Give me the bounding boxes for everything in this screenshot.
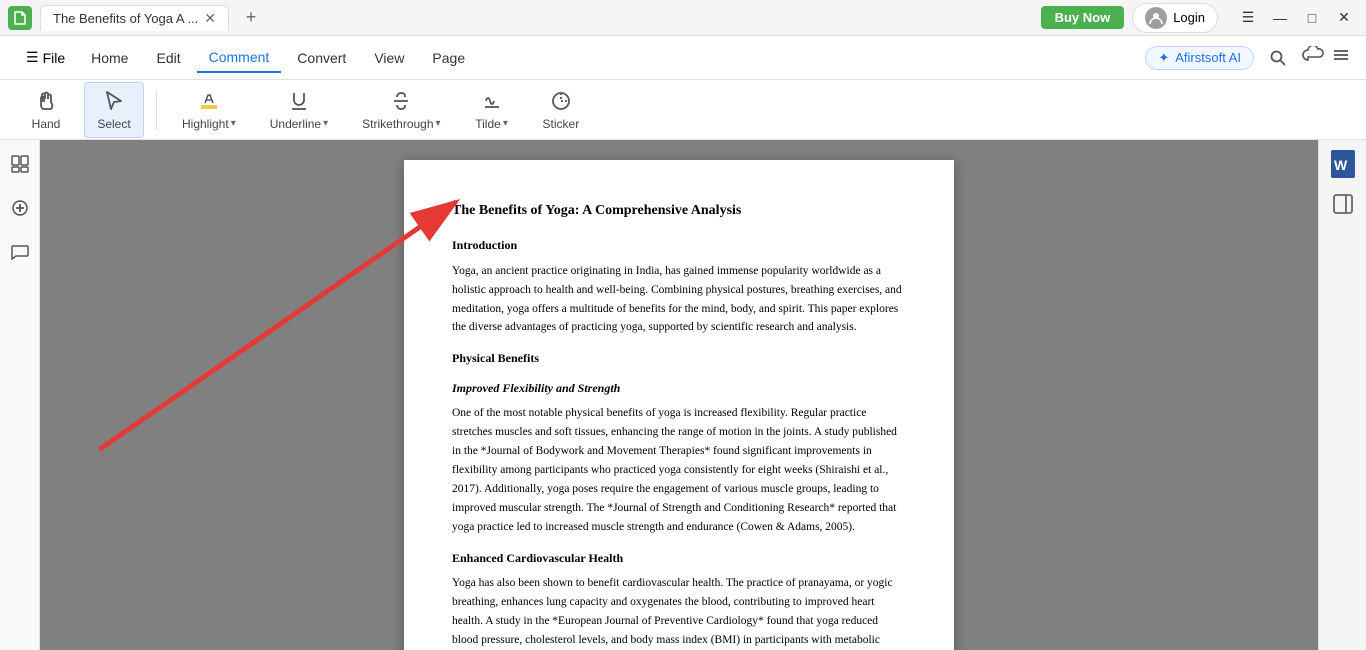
sticker-label: Sticker bbox=[543, 117, 580, 131]
pdf-cardio-para: Yoga has also been shown to benefit card… bbox=[452, 574, 906, 650]
new-tab-button[interactable]: + bbox=[237, 4, 265, 32]
underline-icon bbox=[287, 89, 311, 113]
cloud-icon[interactable] bbox=[1302, 46, 1324, 69]
left-sidebar bbox=[0, 140, 40, 650]
highlight-icon bbox=[197, 89, 221, 113]
strikethrough-label: Strikethrough bbox=[362, 117, 433, 131]
edit-menu-item[interactable]: Edit bbox=[144, 44, 192, 72]
view-menu-item[interactable]: View bbox=[362, 44, 416, 72]
tilde-icon bbox=[480, 89, 504, 113]
strikethrough-icon bbox=[389, 89, 413, 113]
file-menu[interactable]: ☰ File bbox=[16, 45, 75, 70]
pdf-physical-heading: Physical Benefits bbox=[452, 349, 906, 368]
hamburger-icon[interactable]: ☰ bbox=[1234, 4, 1262, 32]
tilde-tool-button[interactable]: Tilde ▾ bbox=[462, 82, 522, 138]
menu-bar: ☰ File Home Edit Comment Convert View Pa… bbox=[0, 36, 1366, 80]
close-button[interactable]: ✕ bbox=[1330, 4, 1358, 32]
pdf-viewer: The Benefits of Yoga: A Comprehensive An… bbox=[40, 140, 1318, 650]
underline-dropdown[interactable]: ▾ bbox=[323, 118, 328, 129]
sticker-tool-button[interactable]: Sticker bbox=[530, 82, 593, 138]
tilde-dropdown[interactable]: ▾ bbox=[503, 118, 508, 129]
highlight-tool-button[interactable]: Highlight ▾ bbox=[169, 82, 249, 138]
word-export-icon[interactable]: W bbox=[1327, 148, 1359, 180]
minimize-button[interactable]: — bbox=[1266, 4, 1294, 32]
highlight-dropdown[interactable]: ▾ bbox=[231, 118, 236, 129]
ai-label: Afirstsoft AI bbox=[1175, 50, 1241, 65]
maximize-button[interactable]: □ bbox=[1298, 4, 1326, 32]
pdf-title: The Benefits of Yoga: A Comprehensive An… bbox=[452, 200, 906, 222]
settings-icon[interactable] bbox=[1332, 46, 1350, 69]
main-layout: The Benefits of Yoga: A Comprehensive An… bbox=[0, 140, 1366, 650]
avatar bbox=[1145, 7, 1167, 29]
convert-menu-item[interactable]: Convert bbox=[285, 44, 358, 72]
title-bar-right: Buy Now Login ☰ — □ ✕ bbox=[1041, 3, 1358, 33]
sidebar-thumbnail-icon[interactable] bbox=[4, 148, 36, 180]
sticker-icon bbox=[549, 89, 573, 113]
buy-now-button[interactable]: Buy Now bbox=[1041, 6, 1125, 29]
pdf-flex-para: One of the most notable physical benefit… bbox=[452, 404, 906, 537]
hamburger-menu-icon: ☰ bbox=[26, 49, 39, 66]
home-menu-item[interactable]: Home bbox=[79, 44, 140, 72]
pdf-intro-heading: Introduction bbox=[452, 236, 906, 255]
login-button[interactable]: Login bbox=[1132, 3, 1218, 33]
app-icon bbox=[8, 6, 32, 30]
pdf-intro-para: Yoga, an ancient practice originating in… bbox=[452, 262, 906, 338]
side-panel-collapse-icon[interactable] bbox=[1327, 188, 1359, 220]
window-controls: ☰ — □ ✕ bbox=[1234, 4, 1358, 32]
hand-label: Hand bbox=[32, 117, 61, 131]
toolbar-separator-1 bbox=[156, 90, 157, 130]
login-label: Login bbox=[1173, 10, 1205, 25]
underline-tool-button[interactable]: Underline ▾ bbox=[257, 82, 341, 138]
title-bar-left: The Benefits of Yoga A ... ✕ + bbox=[8, 4, 1041, 32]
pdf-flex-heading: Improved Flexibility and Strength bbox=[452, 379, 906, 398]
select-icon bbox=[102, 89, 126, 113]
tab-title: The Benefits of Yoga A ... bbox=[53, 11, 198, 26]
ai-badge[interactable]: ✦ Afirstsoft AI bbox=[1145, 46, 1254, 70]
highlight-label: Highlight bbox=[182, 117, 229, 131]
pdf-page: The Benefits of Yoga: A Comprehensive An… bbox=[404, 160, 954, 650]
svg-text:W: W bbox=[1334, 157, 1348, 173]
underline-label: Underline bbox=[270, 117, 321, 131]
search-button[interactable] bbox=[1262, 42, 1294, 74]
pdf-cardio-heading: Enhanced Cardiovascular Health bbox=[452, 549, 906, 568]
hand-icon bbox=[34, 89, 58, 113]
title-bar: The Benefits of Yoga A ... ✕ + Buy Now L… bbox=[0, 0, 1366, 36]
select-label: Select bbox=[97, 117, 130, 131]
comment-menu-item[interactable]: Comment bbox=[197, 43, 282, 73]
file-label: File bbox=[43, 50, 66, 66]
sidebar-add-icon[interactable] bbox=[4, 192, 36, 224]
ai-star-icon: ✦ bbox=[1158, 50, 1169, 66]
page-menu-item[interactable]: Page bbox=[420, 44, 477, 72]
strikethrough-tool-button[interactable]: Strikethrough ▾ bbox=[349, 82, 453, 138]
tilde-label: Tilde bbox=[475, 117, 501, 131]
strikethrough-dropdown[interactable]: ▾ bbox=[436, 118, 441, 129]
select-tool-button[interactable]: Select bbox=[84, 82, 144, 138]
sidebar-comment-icon[interactable] bbox=[4, 236, 36, 268]
active-tab[interactable]: The Benefits of Yoga A ... ✕ bbox=[40, 5, 229, 31]
tab-close-button[interactable]: ✕ bbox=[204, 10, 216, 27]
toolbar: Hand Select Highlight ▾ Underline ▾ bbox=[0, 80, 1366, 140]
right-panel: W bbox=[1318, 140, 1366, 650]
menu-right: ✦ Afirstsoft AI bbox=[1145, 42, 1350, 74]
hand-tool-button[interactable]: Hand bbox=[16, 82, 76, 138]
